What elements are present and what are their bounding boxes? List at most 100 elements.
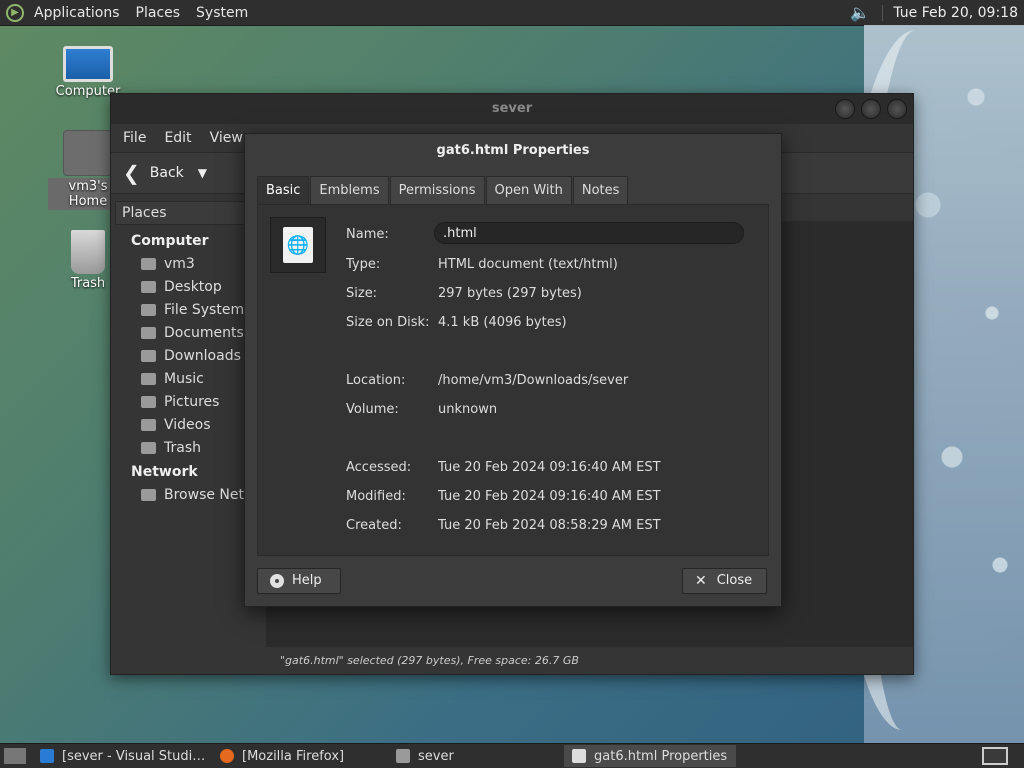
window-titlebar[interactable]: sever [111, 94, 913, 124]
sidebar-item-label: Documents [164, 324, 244, 341]
clock[interactable]: Tue Feb 20, 09:18 [882, 4, 1024, 21]
help-label: Help [292, 573, 322, 588]
sidebar-item-vm3[interactable]: vm3 [111, 252, 263, 275]
system-menu[interactable]: System [196, 5, 248, 21]
file-icon-button[interactable]: 🌐 [270, 217, 326, 273]
disk-size-label: Size on Disk: [346, 315, 430, 330]
sidebar-heading-computer: Computer [131, 233, 209, 249]
task-label: sever [418, 748, 454, 764]
sidebar-item-label: File System [164, 301, 245, 318]
back-label: Back [149, 165, 184, 181]
folder-icon [141, 372, 156, 385]
sidebar-item-music[interactable]: Music [111, 367, 263, 390]
speaker-icon[interactable]: 🔈 [850, 3, 870, 22]
vscode-icon [40, 749, 54, 763]
workspace-switcher-icon[interactable] [982, 747, 1008, 765]
folder-icon [141, 326, 156, 339]
bottom-taskbar: [sever - Visual Studi… [Mozilla Firefox]… [0, 743, 1024, 768]
created-label: Created: [346, 518, 402, 533]
sidebar-item-downloads[interactable]: Downloads [111, 344, 263, 367]
volume-value: unknown [438, 402, 498, 417]
menu-view[interactable]: View [210, 130, 243, 146]
accessed-value: Tue 20 Feb 2024 09:16:40 AM EST [438, 460, 661, 475]
task-properties[interactable]: gat6.html Properties [564, 745, 736, 767]
sidebar-item-pictures[interactable]: Pictures [111, 390, 263, 413]
modified-label: Modified: [346, 489, 406, 504]
applications-menu[interactable]: Applications [34, 5, 120, 21]
sidebar-item-label: Pictures [164, 393, 220, 410]
sidebar-item-label: Trash [164, 439, 201, 456]
close-button[interactable]: ✕ Close [682, 568, 767, 594]
maximize-button[interactable] [861, 99, 881, 119]
tab-basic[interactable]: Basic [257, 176, 310, 205]
close-window-button[interactable] [887, 99, 907, 119]
size-label: Size: [346, 286, 378, 301]
tab-open-with[interactable]: Open With [485, 176, 572, 205]
top-panel: ▶ Applications Places System 🔈 Tue Feb 2… [0, 0, 1024, 26]
tab-notes[interactable]: Notes [572, 176, 629, 205]
volume-label: Volume: [346, 402, 399, 417]
menu-file[interactable]: File [123, 130, 146, 146]
places-menu[interactable]: Places [136, 5, 181, 21]
tab-bar: Basic Emblems Permissions Open With Note… [257, 176, 629, 205]
basic-tab-page: 🌐 Name: Type: HTML document (text/html) … [257, 204, 769, 556]
name-label: Name: [346, 227, 389, 242]
sidebar-item-browse-network[interactable]: Browse Net… [111, 483, 263, 506]
help-icon [270, 574, 284, 588]
sidebar-item-filesystem[interactable]: File System [111, 298, 263, 321]
desktop-icon-computer[interactable]: Computer [48, 46, 128, 99]
folder-icon [141, 418, 156, 431]
sidebar-item-label: Music [164, 370, 204, 387]
modified-value: Tue 20 Feb 2024 09:16:40 AM EST [438, 489, 661, 504]
trash-icon [71, 230, 105, 274]
close-icon: ✕ [695, 573, 707, 589]
sidebar-item-documents[interactable]: Documents [111, 321, 263, 344]
sidebar-item-trash[interactable]: Trash [111, 436, 263, 459]
desktop-icon-label: Trash [70, 276, 106, 291]
status-bar: "gat6.html" selected (297 bytes), Free s… [266, 646, 913, 674]
sidebar-item-videos[interactable]: Videos [111, 413, 263, 436]
folder-icon [396, 749, 410, 763]
task-vscode[interactable]: [sever - Visual Studi… [32, 745, 208, 767]
home-folder-icon [63, 130, 113, 176]
file-icon [572, 749, 586, 763]
places-label: Places [122, 205, 167, 221]
html-file-icon: 🌐 [283, 227, 313, 263]
task-firefox[interactable]: [Mozilla Firefox] [212, 745, 384, 767]
created-value: Tue 20 Feb 2024 08:58:29 AM EST [438, 518, 661, 533]
folder-icon [141, 280, 156, 293]
distro-logo-icon[interactable]: ▶ [6, 3, 24, 22]
network-icon [141, 488, 156, 501]
trash-icon [141, 441, 156, 454]
task-label: [sever - Visual Studi… [62, 748, 206, 764]
show-desktop-icon[interactable] [4, 748, 26, 764]
folder-icon [141, 349, 156, 362]
sidebar-item-desktop[interactable]: Desktop [111, 275, 263, 298]
disk-size-value: 4.1 kB (4096 bytes) [438, 315, 567, 330]
firefox-icon [220, 749, 234, 763]
sidebar: Computer vm3 Desktop File System Documen… [111, 228, 263, 674]
window-title: sever [491, 101, 533, 116]
computer-icon [63, 46, 113, 82]
task-sever[interactable]: sever [388, 745, 560, 767]
size-value: 297 bytes (297 bytes) [438, 286, 582, 301]
close-label: Close [716, 573, 753, 588]
dialog-title[interactable]: gat6.html Properties [245, 134, 781, 168]
location-label: Location: [346, 373, 406, 388]
tab-emblems[interactable]: Emblems [310, 176, 389, 205]
home-folder-icon [141, 257, 156, 270]
chevron-down-icon[interactable]: ▼ [198, 166, 207, 180]
folder-icon [141, 395, 156, 408]
menu-edit[interactable]: Edit [164, 130, 191, 146]
tab-permissions[interactable]: Permissions [389, 176, 485, 205]
type-value: HTML document (text/html) [438, 257, 618, 272]
sidebar-item-label: Desktop [164, 278, 222, 295]
name-field[interactable] [434, 222, 744, 244]
sidebar-heading-network: Network [131, 464, 198, 480]
minimize-button[interactable] [835, 99, 855, 119]
back-button[interactable]: ❮ Back ▼ [123, 161, 207, 185]
properties-dialog: gat6.html Properties Basic Emblems Permi… [244, 133, 782, 607]
task-label: [Mozilla Firefox] [242, 748, 345, 764]
location-value: /home/vm3/Downloads/sever [438, 373, 629, 388]
help-button[interactable]: Help [257, 568, 341, 594]
